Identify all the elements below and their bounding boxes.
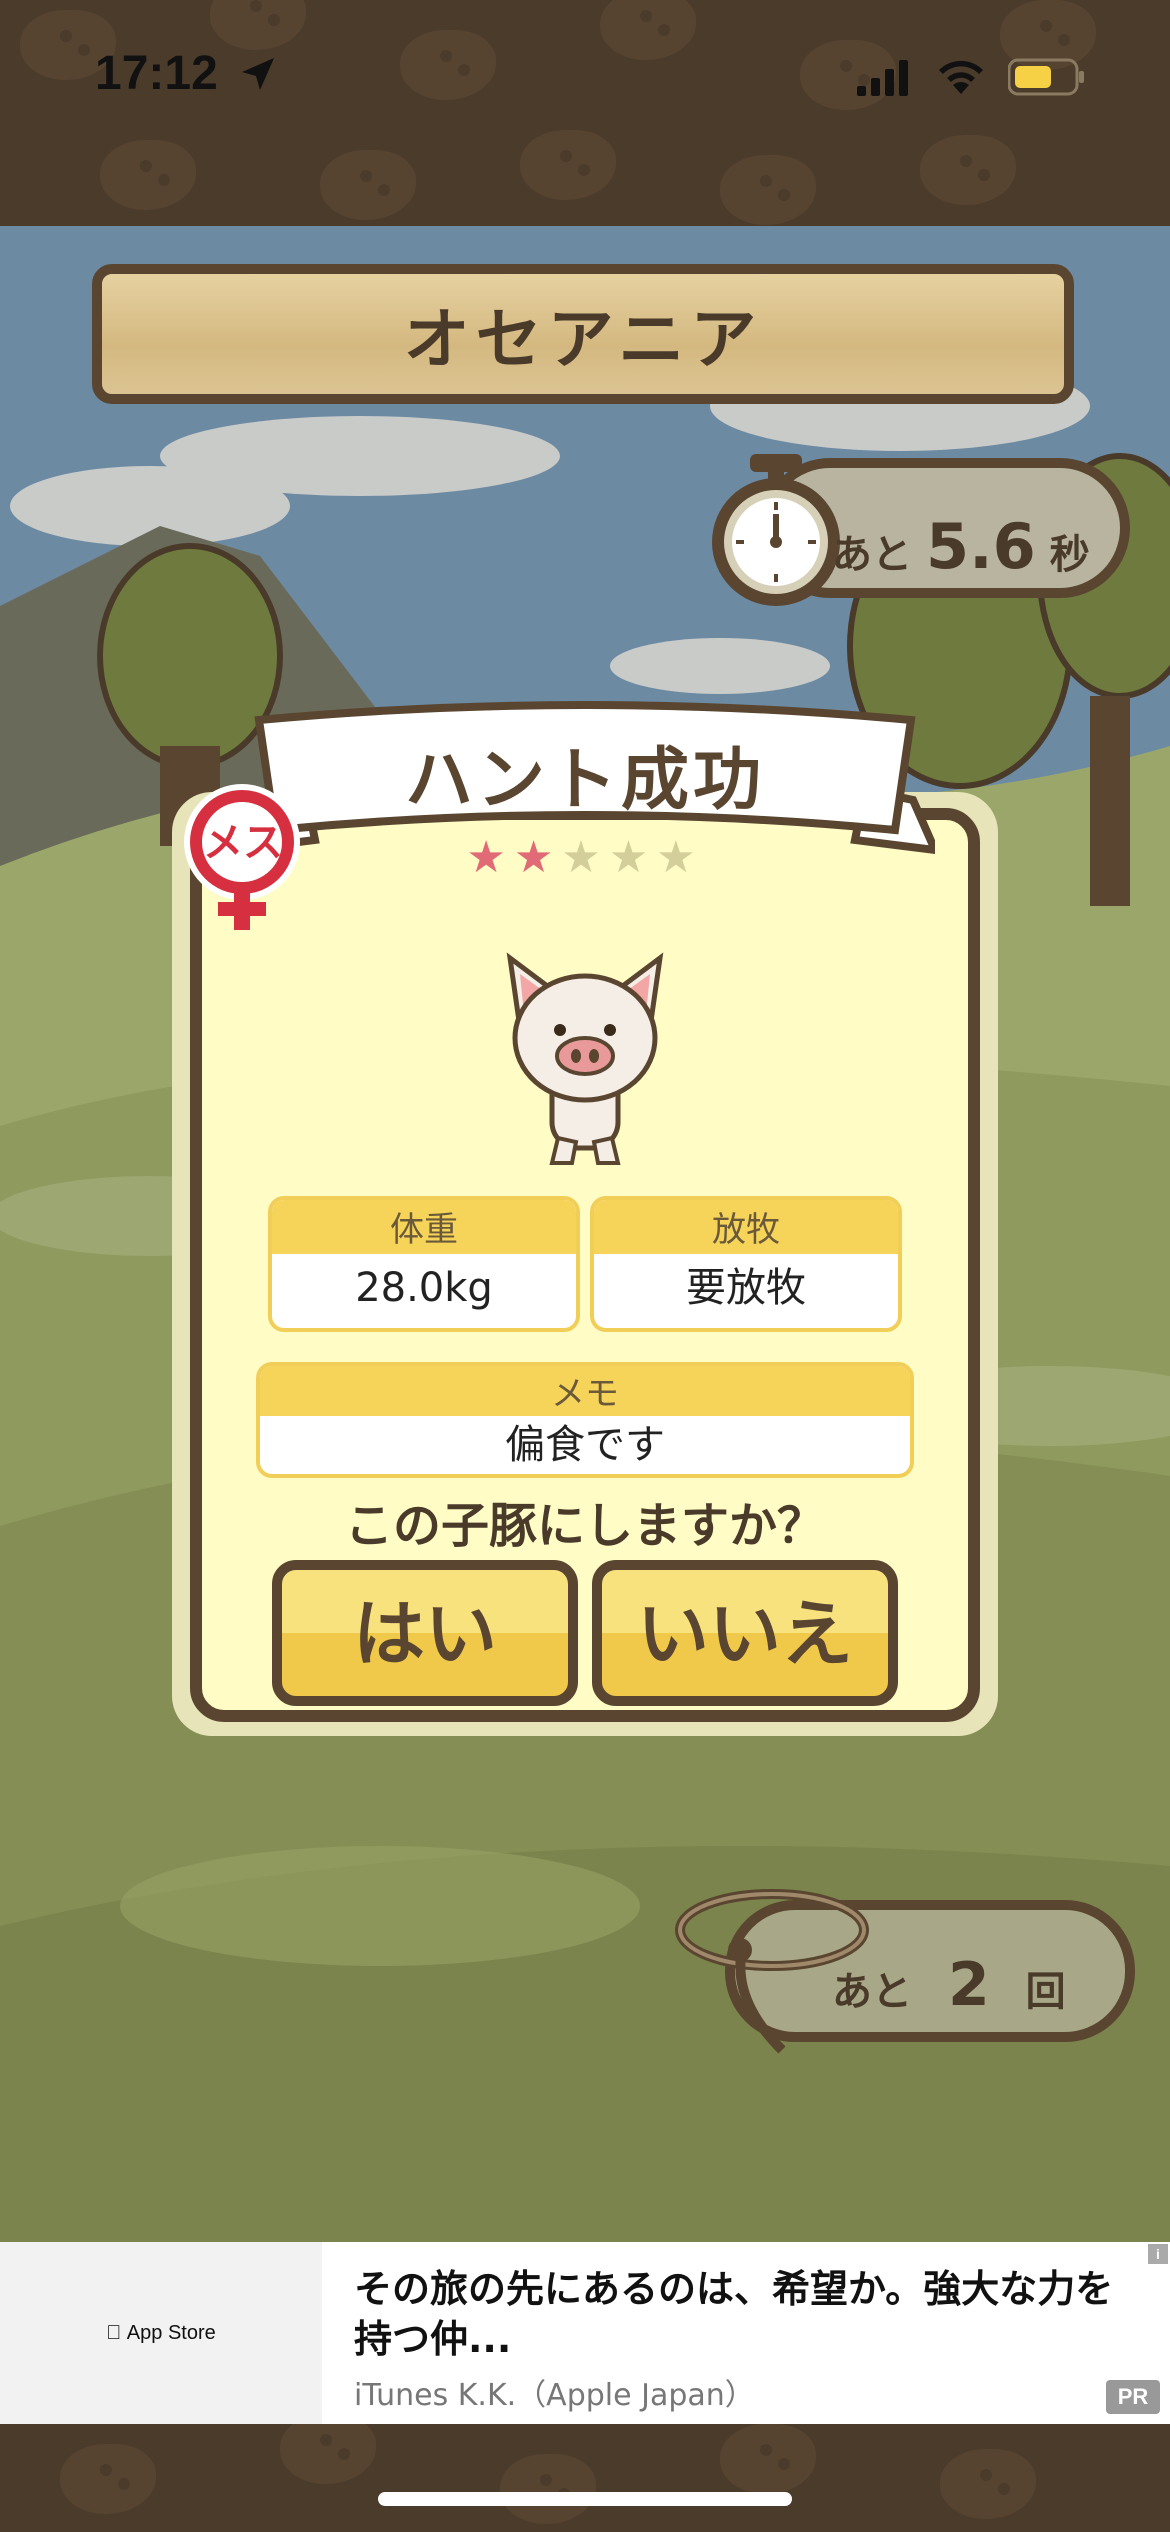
apple-logo-icon:  [106,2322,121,2344]
region-title-board: オセアニア [92,264,1074,404]
star-empty-icon: ★ [608,832,657,883]
home-indicator[interactable] [378,2492,792,2506]
timer-prefix: あと [832,532,912,578]
ad-headline[interactable]: その旅の先にあるのは、希望か。強大な力を持つ仲... [354,2264,1144,2364]
cellular-signal-icon [857,60,908,96]
star-empty-icon: ★ [656,832,704,883]
confirm-question: この子豚にしますか？ [344,1498,825,1554]
tries-readout: あと 2 回 [832,1950,1066,2020]
tries-prefix: あと [832,1969,912,2015]
piglet-icon [506,952,664,1165]
tries-value: 2 [947,1950,990,2020]
status-time: 17:12 [95,47,218,100]
ad-store-badge:  App Store [106,2322,216,2345]
weight-field: 体重 28.0kg [268,1196,580,1332]
timer-value: 5.6 [925,510,1036,583]
tries-unit: 回 [1025,1969,1066,2015]
bottom-pattern-band [0,2424,1170,2532]
dialog-title: ハント成功 [404,741,765,820]
memo-field: メモ 偏食です [256,1362,914,1478]
weight-value: 28.0kg [355,1265,493,1311]
ad-source: iTunes K.K.（Apple Japan） [354,2378,755,2413]
star-filled-icon: ★ [513,832,562,883]
weight-label: 体重 [272,1200,576,1254]
timer-unit: 秒 [1049,532,1090,578]
no-button[interactable]: いいえ [592,1560,898,1706]
ad-info-icon[interactable]: i [1148,2244,1168,2264]
memo-label: メモ [260,1366,910,1416]
memo-value: 偏食です [505,1422,665,1468]
ad-store-panel[interactable]:  App Store [0,2242,322,2424]
ad-pr-badge: PR [1106,2380,1160,2414]
battery-icon [1008,58,1084,96]
rating-stars: ★★★★★ [450,832,720,883]
gender-label: メス [203,820,283,866]
wifi-icon [939,60,983,94]
pasture-label: 放牧 [594,1200,898,1254]
pasture-value: 要放牧 [686,1265,806,1311]
region-title: オセアニア [403,301,763,378]
star-filled-icon: ★ [466,832,514,883]
star-empty-icon: ★ [561,832,609,883]
top-pattern-band [0,0,1170,226]
timer-readout: あと 5.6 秒 [832,510,1090,583]
location-arrow-icon [242,58,274,90]
pasture-field: 放牧 要放牧 [590,1196,902,1332]
yes-button[interactable]: はい [272,1560,578,1706]
ad-store-label: App Store [116,2321,216,2344]
